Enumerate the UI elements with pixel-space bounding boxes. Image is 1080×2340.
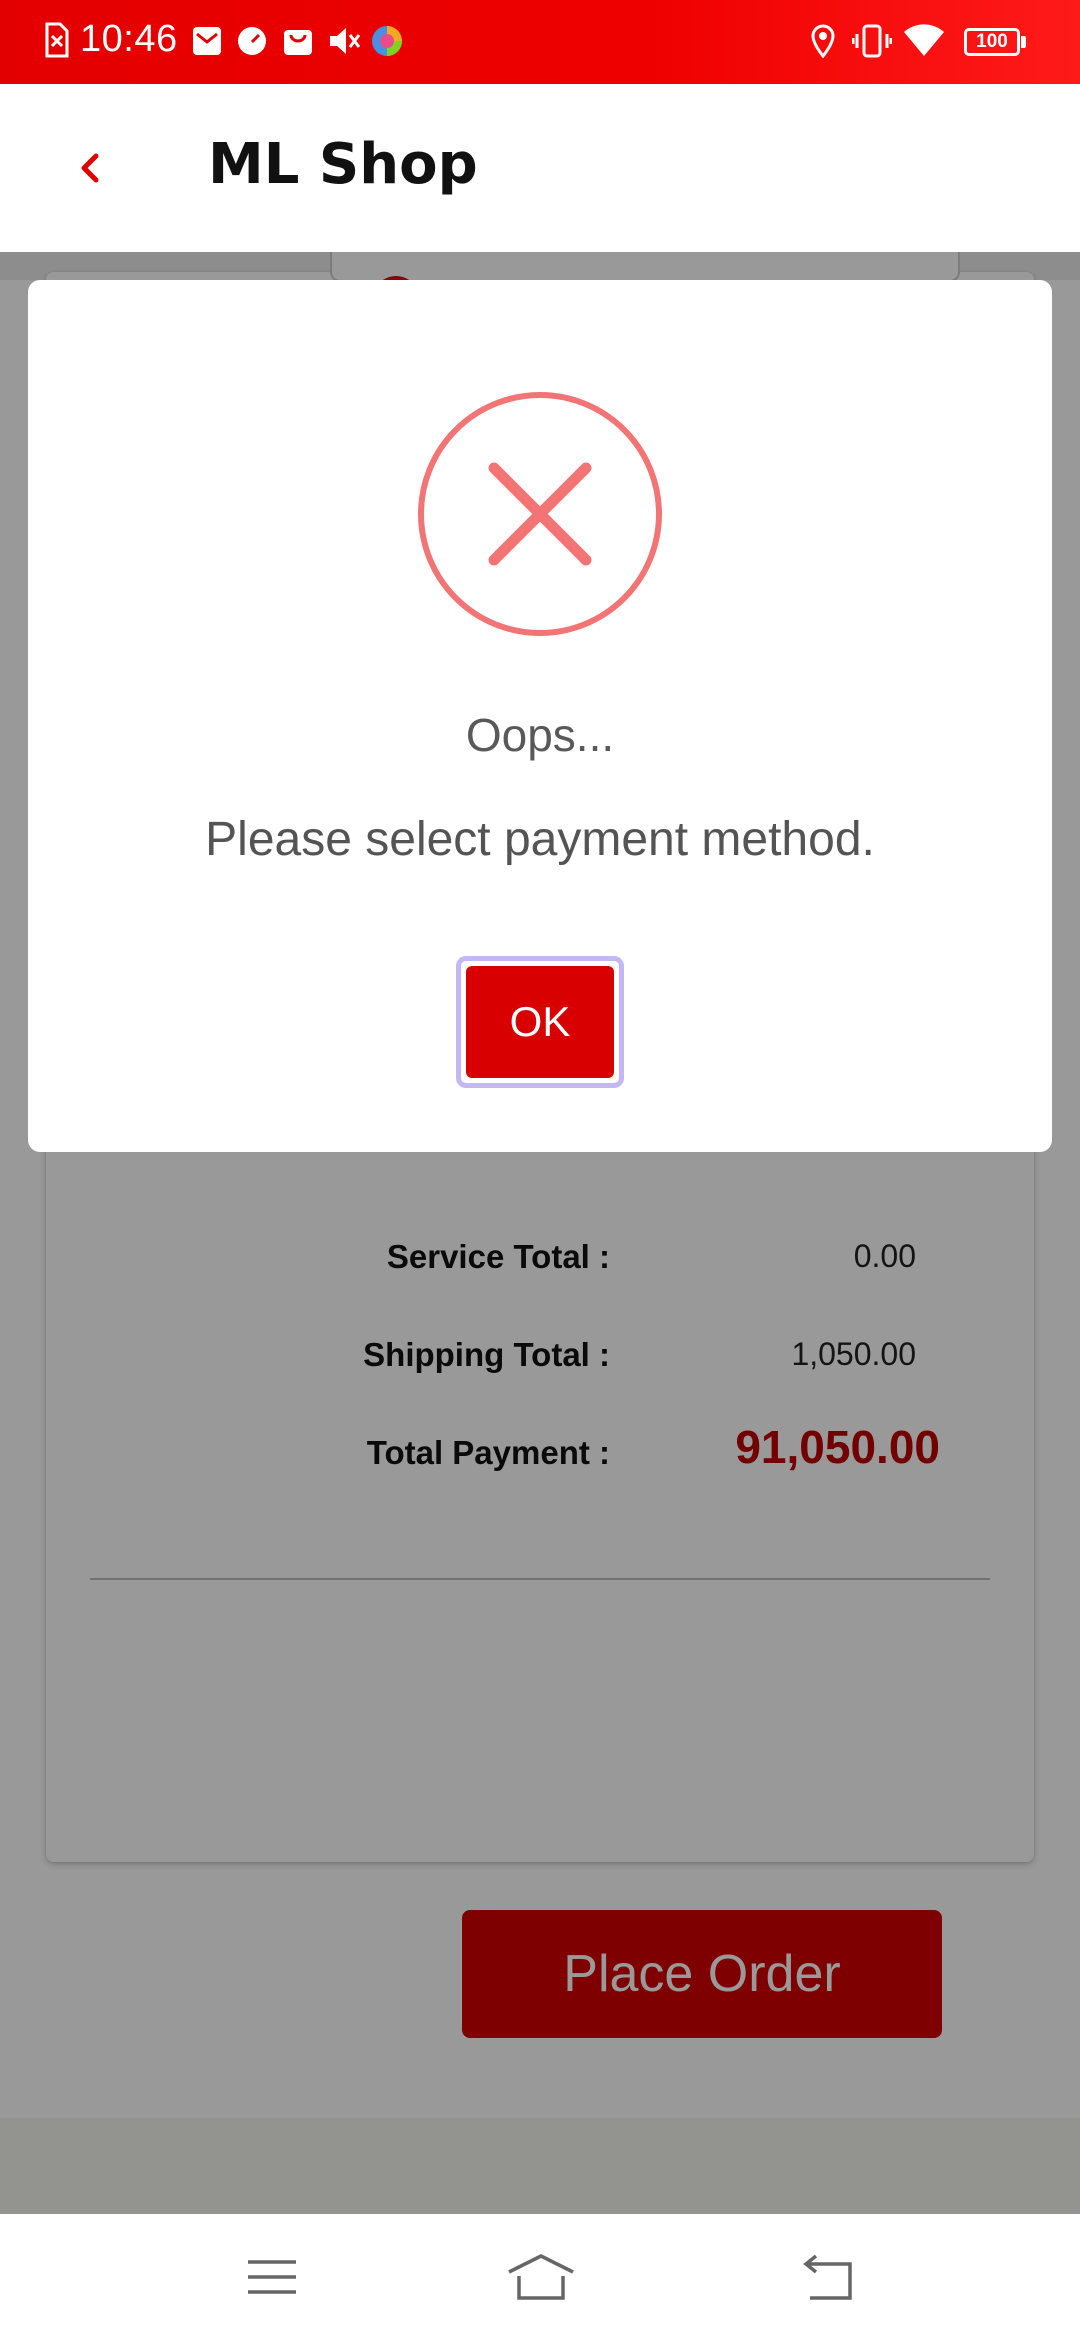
speedometer-icon xyxy=(238,27,266,55)
error-x-icon xyxy=(418,392,662,636)
back-icon[interactable] xyxy=(796,2252,856,2302)
menu-icon[interactable] xyxy=(242,2252,302,2302)
dialog-title: Oops... xyxy=(465,709,615,761)
home-icon[interactable] xyxy=(505,2252,577,2302)
battery-icon: 100 xyxy=(964,28,1020,56)
page-title: ML Shop xyxy=(208,132,478,197)
chevron-left-icon[interactable] xyxy=(66,144,114,192)
system-nav-bar xyxy=(0,2214,1080,2340)
muted-speaker-icon xyxy=(330,28,361,54)
error-dialog: Oops... Please select payment method. OK xyxy=(28,280,1052,1152)
status-bar: 10:46 100 xyxy=(0,0,1080,84)
ok-button-label: OK xyxy=(466,966,614,1078)
dialog-message: Please select payment method. xyxy=(205,813,875,866)
battery-tip xyxy=(1021,36,1026,48)
shopping-bag-icon xyxy=(284,30,312,55)
status-time: 10:46 xyxy=(80,18,178,60)
battery-level: 100 xyxy=(976,31,1008,52)
wifi-icon xyxy=(904,24,944,56)
location-icon xyxy=(811,24,835,59)
sim-error-icon xyxy=(45,22,69,58)
vibrate-icon xyxy=(852,24,892,58)
ok-button[interactable]: OK xyxy=(456,956,624,1088)
browser-icon xyxy=(372,26,402,56)
app-header: ML Shop xyxy=(0,84,1080,252)
mail-icon xyxy=(193,27,221,55)
